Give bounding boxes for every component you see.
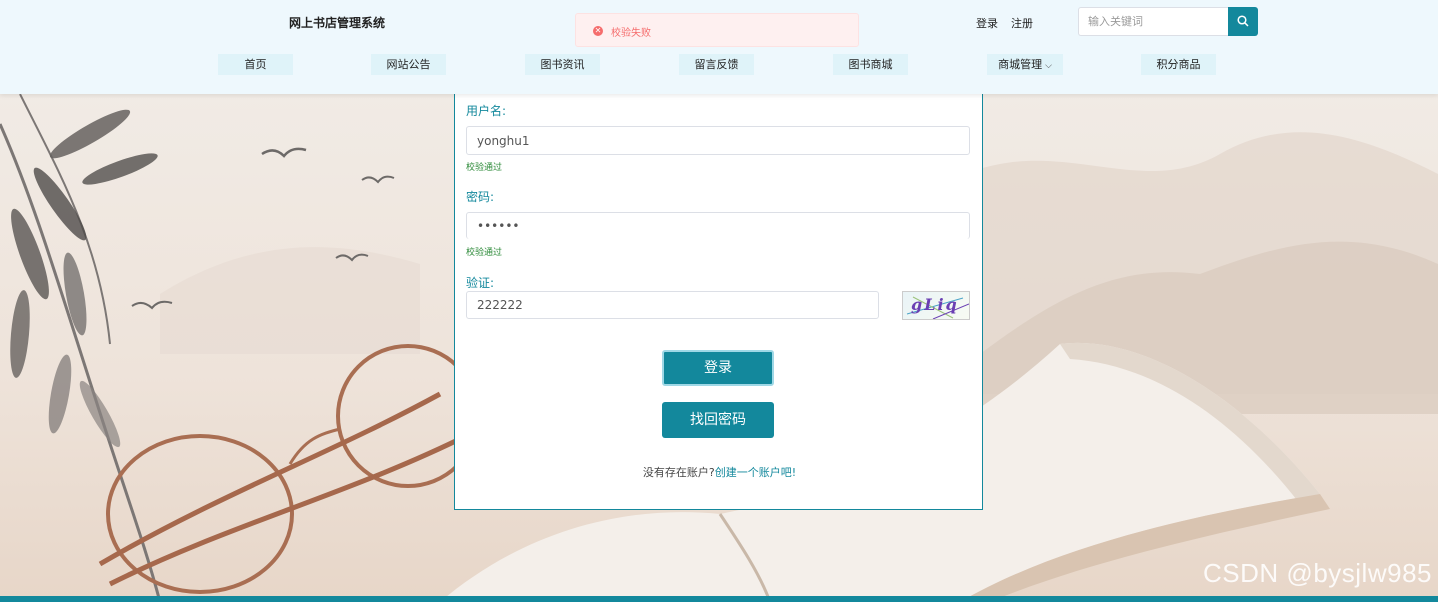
search-button[interactable] [1228, 7, 1258, 36]
nav-points-products[interactable]: 积分商品 [1141, 54, 1216, 75]
nav-mall-management-label: 商城管理 [998, 58, 1043, 71]
captcha-text: gLiq [911, 295, 959, 314]
username-input[interactable] [466, 126, 970, 155]
register-prompt-text: 没有存在账户? [642, 466, 715, 479]
nav-mall-management[interactable]: 商城管理 ⌵ [987, 54, 1063, 75]
password-input[interactable]: •••••• [466, 212, 970, 239]
nav-book-mall[interactable]: 图书商城 [833, 54, 908, 75]
error-circle-icon: ✕ [593, 26, 603, 36]
top-header: 网上书店管理系统 ✕ 校验失败 登录 注册 首页 网站公告 图书资讯 留言反馈 … [0, 0, 1438, 94]
error-toast: ✕ 校验失败 [575, 13, 859, 47]
search-input[interactable] [1078, 7, 1228, 36]
nav-home[interactable]: 首页 [218, 54, 293, 75]
toast-message: 校验失败 [611, 28, 651, 39]
captcha-input[interactable] [466, 291, 879, 319]
register-link[interactable]: 注册 [1011, 15, 1033, 31]
search-icon [1237, 15, 1249, 27]
create-account-link[interactable]: 创建一个账户吧! [715, 466, 796, 479]
captcha-image[interactable]: gLiq [902, 291, 970, 320]
username-valid-message: 校验通过 [466, 163, 503, 173]
login-link[interactable]: 登录 [976, 15, 998, 31]
username-label: 用户名: [466, 104, 507, 118]
password-valid-message: 校验通过 [466, 248, 503, 258]
login-button[interactable]: 登录 [662, 350, 774, 386]
password-label: 密码: [466, 190, 495, 204]
bottom-accent-bar [0, 596, 1438, 602]
watermark: CSDN @bysjlw985 [1203, 558, 1432, 588]
site-title: 网上书店管理系统 [289, 16, 386, 30]
nav-feedback[interactable]: 留言反馈 [679, 54, 754, 75]
forgot-password-button[interactable]: 找回密码 [662, 402, 774, 438]
captcha-label: 验证: [466, 276, 495, 290]
chevron-down-icon: ⌵ [1045, 61, 1052, 71]
register-prompt-line: 没有存在账户?创建一个账户吧! [455, 464, 984, 480]
nav-book-news[interactable]: 图书资讯 [525, 54, 600, 75]
nav-announcements[interactable]: 网站公告 [371, 54, 446, 75]
login-form-card: 用户名: 校验通过 密码: •••••• 校验通过 验证: gLiq 登录 找回… [454, 94, 983, 510]
